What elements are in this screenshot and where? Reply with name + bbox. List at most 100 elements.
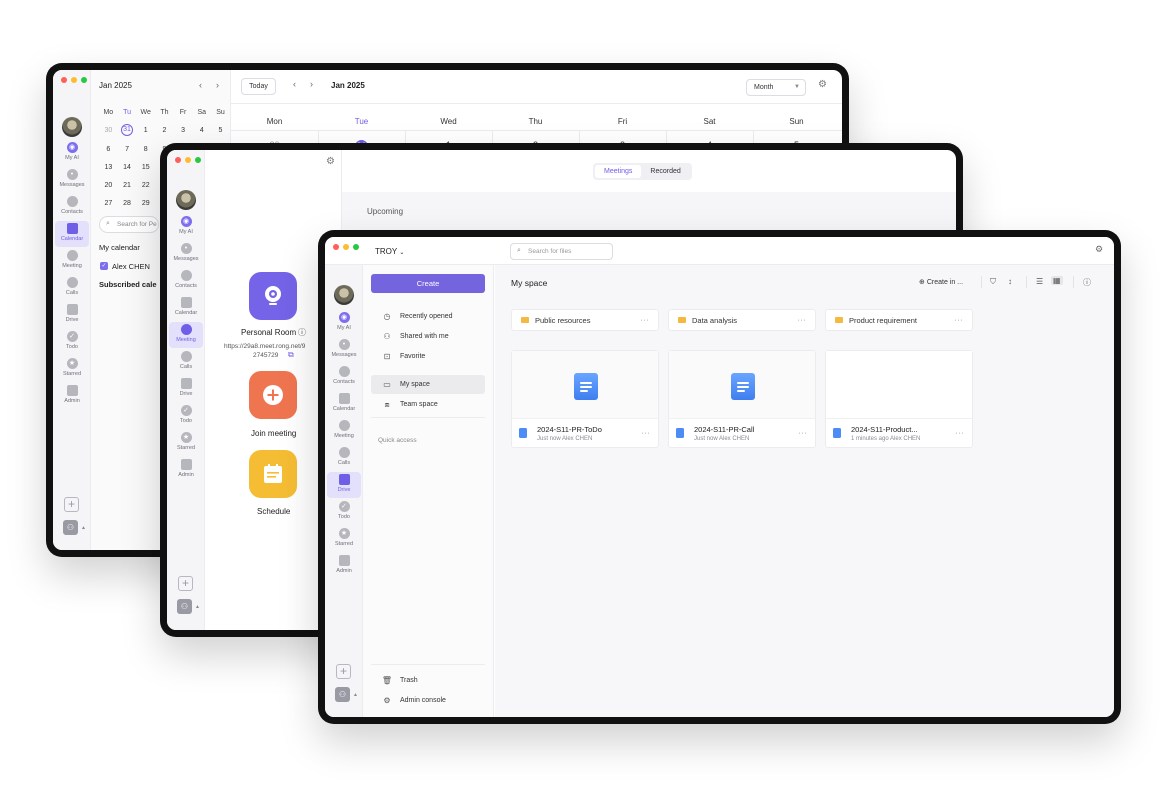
more-icon[interactable]: ···	[799, 430, 808, 437]
schedule-button[interactable]	[249, 450, 297, 498]
folder-public-resources[interactable]: Public resources ···	[511, 309, 659, 331]
settings-icon[interactable]: ⚙	[818, 79, 827, 90]
rail-calls[interactable]: Calls	[325, 445, 363, 471]
mini-day[interactable]: 7	[118, 145, 137, 154]
nav-admin-console[interactable]: ⚙ Admin console	[371, 691, 485, 710]
filter-icon[interactable]: ⛉	[990, 277, 996, 287]
tab-recorded[interactable]: Recorded	[641, 165, 689, 178]
tab-meetings[interactable]: Meetings	[595, 165, 642, 178]
rail-contacts[interactable]: Contacts	[167, 268, 205, 294]
mini-day[interactable]: 2	[155, 126, 174, 135]
rail-starred[interactable]: ★ Starred	[53, 356, 91, 382]
mini-day[interactable]: 5	[211, 126, 230, 135]
mini-day[interactable]: 20	[99, 181, 118, 190]
bot-icon[interactable]: ⚇	[335, 687, 350, 702]
add-icon[interactable]: +	[64, 497, 79, 512]
rail-starred[interactable]: ★ Starred	[167, 430, 205, 456]
rail-contacts[interactable]: Contacts	[53, 194, 91, 220]
mini-day[interactable]: 3	[174, 126, 193, 135]
rail-calendar[interactable]: Calendar	[167, 295, 205, 321]
rail-messages[interactable]: • Messages	[325, 337, 363, 363]
today-button[interactable]: Today	[241, 78, 276, 95]
window-controls[interactable]	[333, 244, 359, 250]
mini-day[interactable]: 28	[118, 199, 137, 208]
window-controls[interactable]	[175, 157, 201, 163]
create-in-button[interactable]: ⊕ Create in ...	[919, 278, 963, 286]
avatar[interactable]	[62, 117, 82, 137]
next-month-icon[interactable]: ›	[216, 80, 219, 90]
rail-meeting[interactable]: Meeting	[169, 322, 203, 348]
bot-icon[interactable]: ⚇	[177, 599, 192, 614]
nav-trash[interactable]: 🗑 Trash	[371, 671, 485, 690]
file-card[interactable]: 2024-S11-Product... 1 minutes ago Alex C…	[825, 350, 973, 448]
mini-day[interactable]: 29	[136, 199, 155, 208]
mini-day[interactable]: 21	[118, 181, 137, 190]
nav-favorite[interactable]: ⊡ Favorite	[371, 347, 485, 366]
rail-messages[interactable]: • Messages	[53, 167, 91, 193]
rail-calls[interactable]: Calls	[167, 349, 205, 375]
room-link[interactable]: https://29a8.meet.rong.net/9	[224, 343, 305, 350]
caret-up-icon[interactable]: ▲	[81, 525, 86, 531]
rail-messages[interactable]: • Messages	[167, 241, 205, 267]
rail-calendar[interactable]: Calendar	[55, 221, 89, 247]
rail-my-ai[interactable]: ◉ My AI	[325, 310, 363, 336]
prev-icon[interactable]: ‹	[293, 79, 296, 89]
people-search-input[interactable]: ⌕ Search for Pe	[99, 216, 159, 233]
rail-contacts[interactable]: Contacts	[325, 364, 363, 390]
rail-drive[interactable]: Drive	[327, 472, 361, 498]
list-view-icon[interactable]: ☰	[1036, 277, 1043, 286]
rail-my-ai[interactable]: ◉ My AI	[53, 140, 91, 166]
folder-product-requirement[interactable]: Product requirement ···	[825, 309, 973, 331]
rail-meeting[interactable]: Meeting	[53, 248, 91, 274]
rail-starred[interactable]: ★ Starred	[325, 526, 363, 552]
avatar[interactable]	[334, 285, 354, 305]
create-button[interactable]: Create	[371, 274, 485, 293]
rail-admin[interactable]: Admin	[167, 457, 205, 483]
add-icon[interactable]: +	[336, 664, 351, 679]
checkbox-icon[interactable]: ✓	[100, 262, 108, 270]
info-panel-icon[interactable]: ⓘ	[1083, 277, 1091, 288]
mini-day[interactable]: 31	[121, 124, 134, 136]
mini-day[interactable]: 14	[118, 163, 137, 172]
add-icon[interactable]: +	[178, 576, 193, 591]
copy-icon[interactable]: ⧉	[288, 350, 294, 360]
more-icon[interactable]: ···	[955, 317, 964, 324]
caret-up-icon[interactable]: ▲	[195, 604, 200, 610]
mini-day[interactable]: 6	[99, 145, 118, 154]
rail-my-ai[interactable]: ◉ My AI	[167, 214, 205, 240]
rail-admin[interactable]: Admin	[53, 383, 91, 409]
rail-todo[interactable]: ✓ Todo	[325, 499, 363, 525]
nav-my-space[interactable]: ▭ My space	[371, 375, 485, 394]
nav-recently-opened[interactable]: ◷ Recently opened	[371, 307, 485, 326]
nav-team-space[interactable]: ⧈ Team space	[371, 395, 485, 414]
mini-day[interactable]: 22	[136, 181, 155, 190]
bot-icon[interactable]: ⚇	[63, 520, 78, 535]
more-icon[interactable]: ···	[641, 317, 650, 324]
file-card[interactable]: 2024-S11-PR-ToDo Just now Alex CHEN ···	[511, 350, 659, 448]
mini-day[interactable]: 27	[99, 199, 118, 208]
caret-up-icon[interactable]: ▲	[353, 692, 358, 698]
more-icon[interactable]: ···	[956, 430, 965, 437]
rail-drive[interactable]: Drive	[53, 302, 91, 328]
mini-day[interactable]: 30	[99, 126, 118, 135]
avatar[interactable]	[176, 190, 196, 210]
profile-settings-icon[interactable]: ⚙	[1095, 244, 1103, 255]
settings-icon[interactable]: ⚙	[326, 156, 335, 167]
rail-drive[interactable]: Drive	[167, 376, 205, 402]
more-icon[interactable]: ···	[642, 430, 651, 437]
file-search-input[interactable]: ⌕ Search for files	[510, 243, 613, 260]
rail-admin[interactable]: Admin	[325, 553, 363, 579]
personal-room-button[interactable]	[249, 272, 297, 320]
join-meeting-button[interactable]	[249, 371, 297, 419]
mini-day[interactable]: 1	[136, 126, 155, 135]
rail-meeting[interactable]: Meeting	[325, 418, 363, 444]
rail-todo[interactable]: ✓ Todo	[53, 329, 91, 355]
folder-data-analysis[interactable]: Data analysis ···	[668, 309, 816, 331]
next-icon[interactable]: ›	[310, 79, 313, 89]
mini-day[interactable]: 13	[99, 163, 118, 172]
window-controls[interactable]	[61, 77, 87, 83]
rail-calls[interactable]: Calls	[53, 275, 91, 301]
rail-todo[interactable]: ✓ Todo	[167, 403, 205, 429]
more-icon[interactable]: ···	[798, 317, 807, 324]
sort-icon[interactable]: ↕	[1008, 277, 1012, 286]
